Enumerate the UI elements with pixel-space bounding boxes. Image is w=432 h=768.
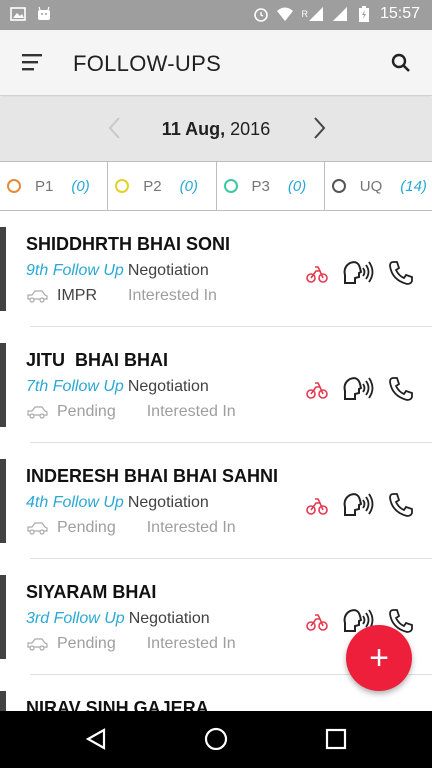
followup-info: 4th Follow Up Negotiation (26, 494, 209, 512)
followup-status: Pending (57, 519, 116, 536)
bike-icon[interactable] (306, 494, 328, 516)
wifi-icon (277, 7, 294, 21)
followup-count: 9th Follow Up (26, 262, 124, 279)
speak-icon[interactable] (342, 491, 374, 519)
system-nav-bar (0, 711, 432, 768)
card-accent-bar (0, 691, 6, 711)
uq-indicator-icon (331, 179, 346, 193)
interest-label: Interested In (146, 403, 236, 420)
followup-meta: IMPR Interested In (26, 287, 217, 305)
tab-label: P1 (35, 177, 54, 195)
followup-status: Pending (57, 403, 116, 420)
card-accent-bar (0, 343, 6, 427)
followup-stage: Negotiation (127, 494, 209, 511)
followup-count: 4th Follow Up (26, 494, 124, 511)
card-actions (306, 259, 414, 287)
tab-count: (0) (287, 177, 307, 195)
p1-indicator-icon (7, 179, 21, 193)
followup-meta: Pending Interested In (26, 635, 236, 653)
current-date: 11 Aug, 2016 (0, 119, 432, 140)
followup-stage: Negotiation (127, 262, 209, 279)
next-date-icon[interactable] (310, 115, 328, 141)
p3-indicator-icon (223, 179, 238, 193)
menu-icon[interactable] (22, 52, 44, 72)
followup-meta: Pending Interested In (26, 519, 236, 537)
tab-p3[interactable]: P3 (0) (217, 162, 325, 210)
interest-label: Interested In (146, 519, 236, 536)
followup-count: 3rd Follow Up (26, 610, 125, 627)
followup-card[interactable]: SHIDDHRTH BHAI SONI 9th Follow Up Negotia… (0, 211, 432, 327)
followup-count: 7th Follow Up (26, 378, 124, 395)
customer-name: SIYARAM BHAI (26, 582, 157, 602)
customer-name: INDERESH BHAI BHAI SAHNI (26, 466, 279, 486)
page-title: FOLLOW-UPS (73, 51, 222, 76)
date-year: 2016 (225, 119, 271, 139)
followup-info: 9th Follow Up Negotiation (26, 262, 209, 280)
followup-meta: Pending Interested In (26, 403, 236, 421)
back-icon[interactable] (84, 727, 108, 751)
card-accent-bar (0, 575, 6, 659)
followup-card[interactable]: JITU BHAI BHAI 7th Follow Up Negotiation … (0, 327, 432, 443)
tab-count: (14) (400, 177, 427, 195)
recents-icon[interactable] (324, 727, 348, 751)
car-icon (27, 406, 48, 419)
priority-tabs: P1 (0) P2 (0) P3 (0) UQ (14) (0, 161, 432, 211)
bike-icon[interactable] (306, 378, 328, 400)
add-followup-button[interactable]: + (346, 625, 412, 691)
car-icon (27, 638, 48, 651)
card-accent-bar (0, 227, 6, 311)
bike-icon[interactable] (306, 610, 328, 632)
android-notification-icon (38, 6, 50, 20)
tab-count: (0) (71, 177, 90, 195)
status-bar: R 15:57 (0, 0, 432, 30)
customer-name: NIRAV SINH GAJERA (26, 698, 209, 711)
car-icon (27, 522, 48, 535)
speak-icon[interactable] (342, 375, 374, 403)
card-actions (306, 375, 414, 403)
followup-info: 7th Follow Up Negotiation (26, 378, 209, 396)
speak-icon[interactable] (342, 259, 374, 287)
tab-count: (0) (179, 177, 198, 195)
tab-p1[interactable]: P1 (0) (0, 162, 109, 210)
image-notification-icon (10, 7, 26, 21)
card-accent-bar (0, 459, 6, 543)
date-day-month: 11 Aug, (161, 119, 226, 139)
home-icon[interactable] (204, 727, 228, 751)
alarm-icon (254, 8, 269, 22)
p2-indicator-icon (115, 179, 130, 193)
followup-card[interactable]: INDERESH BHAI BHAI SAHNI 4th Follow Up Ne… (0, 443, 432, 559)
date-navigator: 11 Aug, 2016 (0, 97, 432, 161)
signal-icon-2 (332, 7, 347, 21)
customer-name: JITU BHAI BHAI (26, 350, 169, 370)
app-bar: FOLLOW-UPS (0, 30, 432, 96)
search-icon[interactable] (390, 52, 412, 74)
followup-stage: Negotiation (127, 378, 209, 395)
card-actions (306, 491, 414, 519)
customer-name: SHIDDHRTH BHAI SONI (26, 234, 231, 254)
status-time: 15:57 (379, 5, 420, 22)
phone-icon[interactable] (388, 492, 414, 518)
car-icon (27, 290, 48, 303)
tab-label: P2 (143, 177, 162, 195)
tab-label: P3 (251, 177, 270, 195)
tab-uq[interactable]: UQ (14) (325, 162, 432, 210)
followup-info: 3rd Follow Up Negotiation (26, 610, 210, 628)
phone-icon[interactable] (388, 260, 414, 286)
followup-status: Pending (57, 635, 116, 652)
followup-stage: Negotiation (128, 610, 210, 627)
interest-label: Interested In (128, 287, 217, 304)
bike-icon[interactable] (306, 262, 328, 284)
tab-label: UQ (359, 177, 383, 195)
followup-status: IMPR (57, 287, 97, 304)
tab-p2[interactable]: P2 (0) (108, 162, 217, 210)
signal-icon (308, 7, 323, 21)
interest-label: Interested In (146, 635, 236, 652)
battery-charging-icon (358, 6, 369, 22)
phone-icon[interactable] (388, 376, 414, 402)
